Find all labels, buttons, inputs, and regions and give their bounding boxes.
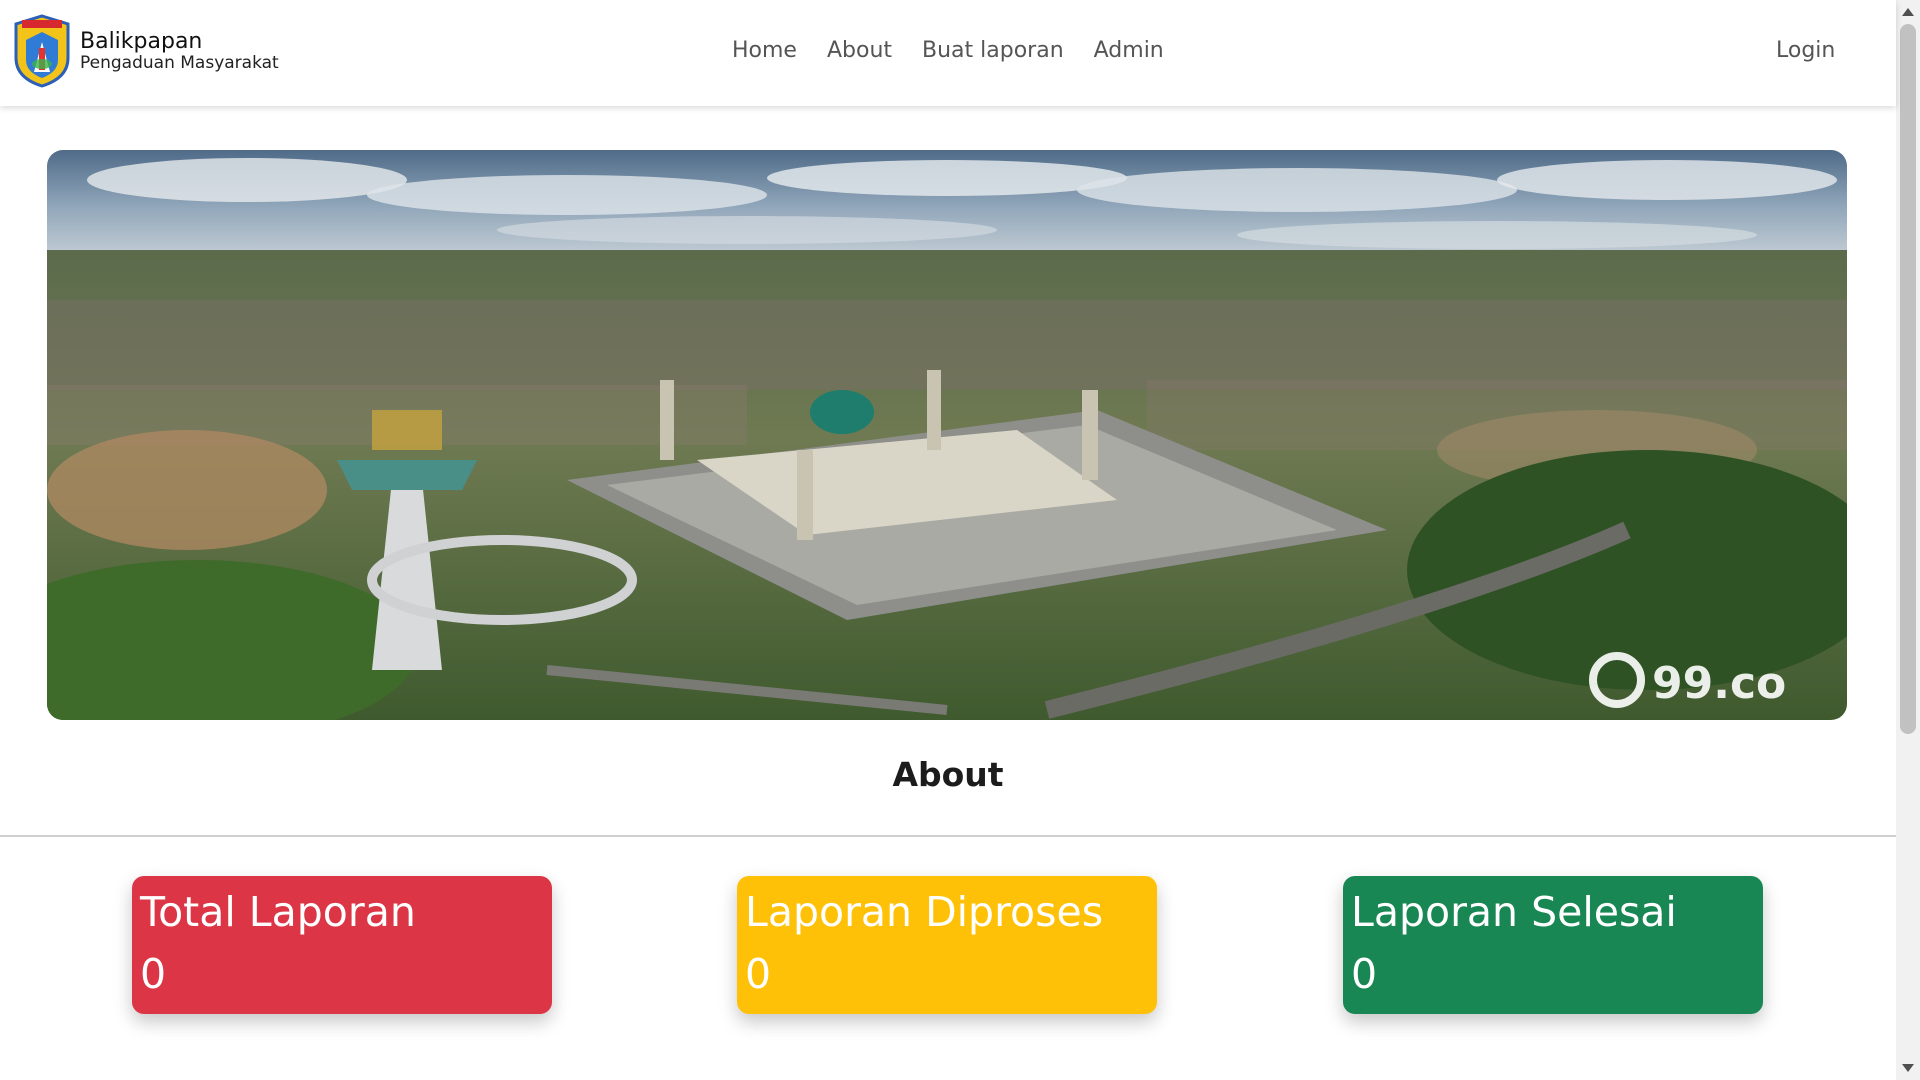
watermark-text: 99.co <box>1652 658 1786 709</box>
stat-value-total: 0 <box>140 950 167 998</box>
nav-link-about[interactable]: About <box>827 38 892 63</box>
stat-value-diproses: 0 <box>745 950 772 998</box>
page-scrollbar[interactable] <box>1896 0 1920 1080</box>
scroll-up-icon[interactable] <box>1902 8 1914 16</box>
stat-card-total: Total Laporan 0 <box>132 876 552 1014</box>
nav-links: Home About Buat laporan Admin <box>732 38 1164 63</box>
stat-card-selesai: Laporan Selesai 0 <box>1343 876 1763 1014</box>
city-crest-logo <box>12 14 72 88</box>
hero-image: 99.co <box>47 150 1847 720</box>
scroll-down-icon[interactable] <box>1902 1064 1914 1072</box>
nav-link-admin[interactable]: Admin <box>1094 38 1164 63</box>
aerial-mosque-photo: 99.co <box>47 150 1847 720</box>
brand[interactable]: Balikpapan Pengaduan Masyarakat <box>12 14 279 88</box>
brand-title: Balikpapan <box>80 28 203 54</box>
nav-link-home[interactable]: Home <box>732 38 797 63</box>
about-heading: About <box>892 755 1004 794</box>
stat-value-selesai: 0 <box>1351 950 1378 998</box>
stat-label-diproses: Laporan Diproses <box>745 888 1104 936</box>
login-link[interactable]: Login <box>1776 38 1835 63</box>
divider <box>0 835 1896 837</box>
navbar: Balikpapan Pengaduan Masyarakat Home Abo… <box>0 0 1896 106</box>
stat-card-diproses: Laporan Diproses 0 <box>737 876 1157 1014</box>
brand-subtitle: Pengaduan Masyarakat <box>80 52 279 73</box>
stat-label-total: Total Laporan <box>140 888 416 936</box>
nav-link-buat-laporan[interactable]: Buat laporan <box>922 38 1064 63</box>
scroll-thumb[interactable] <box>1900 24 1916 734</box>
stat-label-selesai: Laporan Selesai <box>1351 888 1677 936</box>
